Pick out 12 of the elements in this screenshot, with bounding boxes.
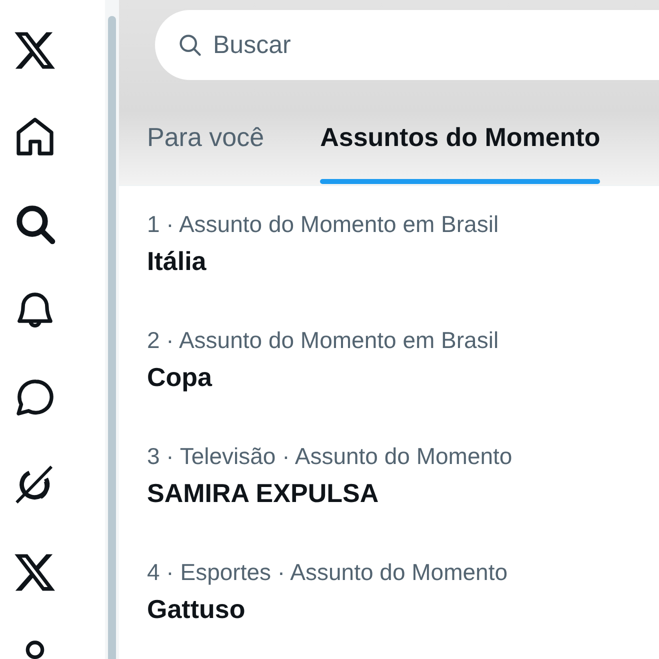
search-field[interactable]: Buscar [155,10,659,80]
trend-title[interactable]: Gattuso [147,586,659,632]
trend-context: 1 · Assunto do Momento em Brasil [147,210,500,238]
trend-title[interactable]: SAMIRA EXPULSA [147,470,659,516]
tab[interactable]: Assuntos do Momento [320,122,600,185]
trend-context: 4 · Esportes · Assunto do Momento [147,558,509,586]
search-icon [177,32,203,58]
tab[interactable]: Para você [147,122,264,185]
trend-title[interactable]: Copa [147,354,659,400]
trend-context: 2 · Assunto do Momento em Brasil [147,326,500,354]
trend-context: 3 · Televisão · Assunto do Momento [147,442,514,470]
trend-title[interactable]: Itália [147,238,659,284]
